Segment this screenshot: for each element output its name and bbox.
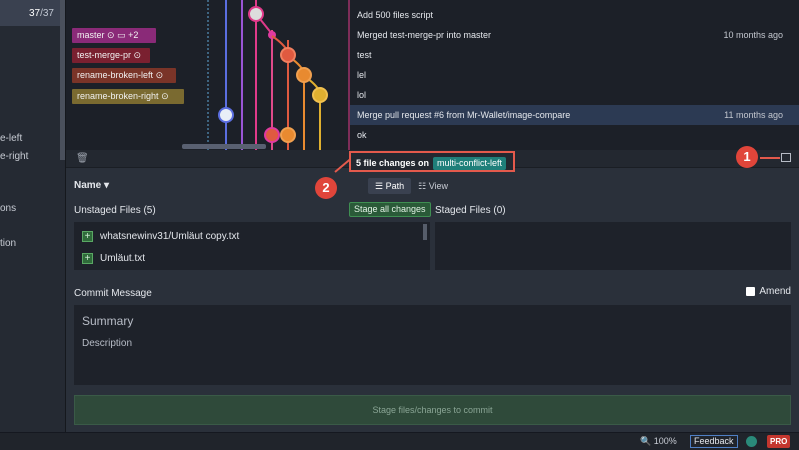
- staged-file-list: [435, 222, 791, 270]
- commit-message-title: Commit Message: [74, 288, 152, 299]
- chevron-down-icon: ▾: [104, 180, 110, 191]
- graph-scrollbar[interactable]: [182, 144, 266, 149]
- branch-name: rename-broken-left: [77, 70, 154, 80]
- changes-branch: multi-conflict-left: [433, 157, 507, 170]
- list-icon: ☰: [375, 181, 384, 191]
- file-changes-header: 5 file changes on multi-conflict-left: [349, 151, 515, 172]
- popout-icon[interactable]: [781, 153, 791, 162]
- summary-input[interactable]: Summary: [82, 314, 133, 328]
- branch-name: master: [77, 30, 105, 40]
- count-total: 37: [42, 8, 54, 19]
- github-icon: ⊙: [133, 50, 142, 60]
- file-list-scrollbar[interactable]: [423, 224, 427, 240]
- github-icon: ⊙: [155, 70, 164, 80]
- commit-row[interactable]: Add 500 files script: [66, 5, 799, 25]
- commit-button[interactable]: Stage files/changes to commit: [74, 395, 791, 425]
- branch-label-master[interactable]: master ⊙ ▭ +2: [72, 28, 156, 43]
- commit-message: Add 500 files script: [357, 10, 434, 20]
- commit-row[interactable]: ok: [66, 125, 799, 145]
- sort-name-dropdown[interactable]: Name ▾: [74, 180, 109, 191]
- file-row[interactable]: + whatsnewinv31/Umläut copy.txt: [82, 226, 239, 246]
- tree-view-button[interactable]: ☷ View: [411, 178, 455, 194]
- checkbox[interactable]: [746, 287, 756, 296]
- callout-line: [760, 157, 780, 159]
- feedback-button[interactable]: Feedback: [690, 435, 738, 448]
- unstaged-files-title: Unstaged Files (5): [74, 205, 156, 216]
- file-added-icon: +: [82, 230, 93, 242]
- callout-badge-1: 1: [736, 146, 758, 168]
- commit-row[interactable]: Merged test-merge-pr into master 10 mont…: [66, 25, 799, 45]
- commit-message: Merged test-merge-pr into master: [357, 30, 492, 40]
- github-icon: ⊙: [161, 91, 169, 101]
- zoom-value: 100%: [653, 436, 677, 446]
- callout-badge-2: 2: [315, 177, 337, 199]
- file-row[interactable]: + Umläut.txt: [82, 248, 145, 268]
- branch-icon: ⊙ ▭: [107, 30, 129, 40]
- left-sidebar: 37/37 e-left e-right ons tion: [0, 0, 66, 432]
- sidebar-item-section[interactable]: tion: [0, 238, 16, 249]
- app-window: 37/37 e-left e-right ons tion Add 500 fi…: [0, 0, 799, 450]
- sidebar-item-rename-left[interactable]: e-left: [0, 133, 22, 144]
- pro-badge[interactable]: PRO: [767, 435, 791, 448]
- changes-count: 5 file changes on: [356, 158, 430, 168]
- unstaged-file-list: + whatsnewinv31/Umläut copy.txt + Umläut.t…: [74, 222, 430, 270]
- staged-files-title: Staged Files (0): [435, 205, 506, 216]
- commit-message: lel: [357, 70, 367, 80]
- commit-panel: 🗑 5 file changes on multi-conflict-left N…: [66, 150, 799, 432]
- commit-message-box[interactable]: Summary Description: [74, 305, 791, 385]
- sidebar-item-options[interactable]: ons: [0, 203, 16, 214]
- sidebar-item-rename-right[interactable]: e-right: [0, 151, 28, 162]
- commit-time: 10 months ago: [723, 30, 783, 40]
- commit-time: 11 months ago: [724, 110, 783, 120]
- tree-icon: ☷: [418, 181, 427, 191]
- commit-graph: Add 500 files script Merged test-merge-p…: [66, 0, 799, 150]
- commit-message: lol: [357, 90, 367, 100]
- sort-label: Name: [74, 180, 102, 191]
- file-added-icon: +: [82, 252, 93, 264]
- commit-count: 37/37: [0, 0, 60, 26]
- commit-message: Merge pull request #6 from Mr-Wallet/ima…: [357, 110, 571, 120]
- file-name: Umläut.txt: [100, 252, 146, 264]
- branch-label-rename-broken-left[interactable]: rename-broken-left ⊙: [72, 68, 176, 83]
- stage-all-button[interactable]: Stage all changes: [349, 202, 431, 217]
- amend-checkbox[interactable]: Amend: [746, 286, 791, 297]
- view-toggle: ☰ Path ☷ View: [368, 178, 455, 194]
- amend-label: Amend: [759, 286, 791, 297]
- branch-name: rename-broken-right: [77, 91, 159, 101]
- path-view-button[interactable]: ☰ Path: [368, 178, 412, 194]
- zoom-level[interactable]: 🔍 100%: [640, 436, 677, 447]
- description-input[interactable]: Description: [82, 338, 132, 349]
- tree-view-label: View: [428, 181, 449, 191]
- zoom-icon: 🔍: [640, 436, 652, 446]
- commit-message: test: [357, 50, 372, 60]
- branch-name: test-merge-pr: [77, 50, 132, 60]
- status-bar: 🔍 100% Feedback PRO: [0, 432, 799, 450]
- count-current: 37: [28, 8, 41, 19]
- shield-icon: [746, 436, 757, 447]
- commit-message: ok: [357, 130, 367, 140]
- commit-row[interactable]: test: [66, 45, 799, 65]
- branch-label-rename-broken-right[interactable]: rename-broken-right ⊙: [72, 89, 184, 104]
- commit-row-selected[interactable]: Merge pull request #6 from Mr-Wallet/ima…: [66, 105, 799, 125]
- branch-label-test-merge-pr[interactable]: test-merge-pr ⊙: [72, 48, 150, 63]
- file-name: whatsnewinv31/Umläut copy.txt: [100, 230, 240, 242]
- path-view-label: Path: [385, 181, 405, 191]
- trash-icon[interactable]: 🗑: [76, 153, 89, 164]
- branch-extra-count: +2: [128, 30, 139, 40]
